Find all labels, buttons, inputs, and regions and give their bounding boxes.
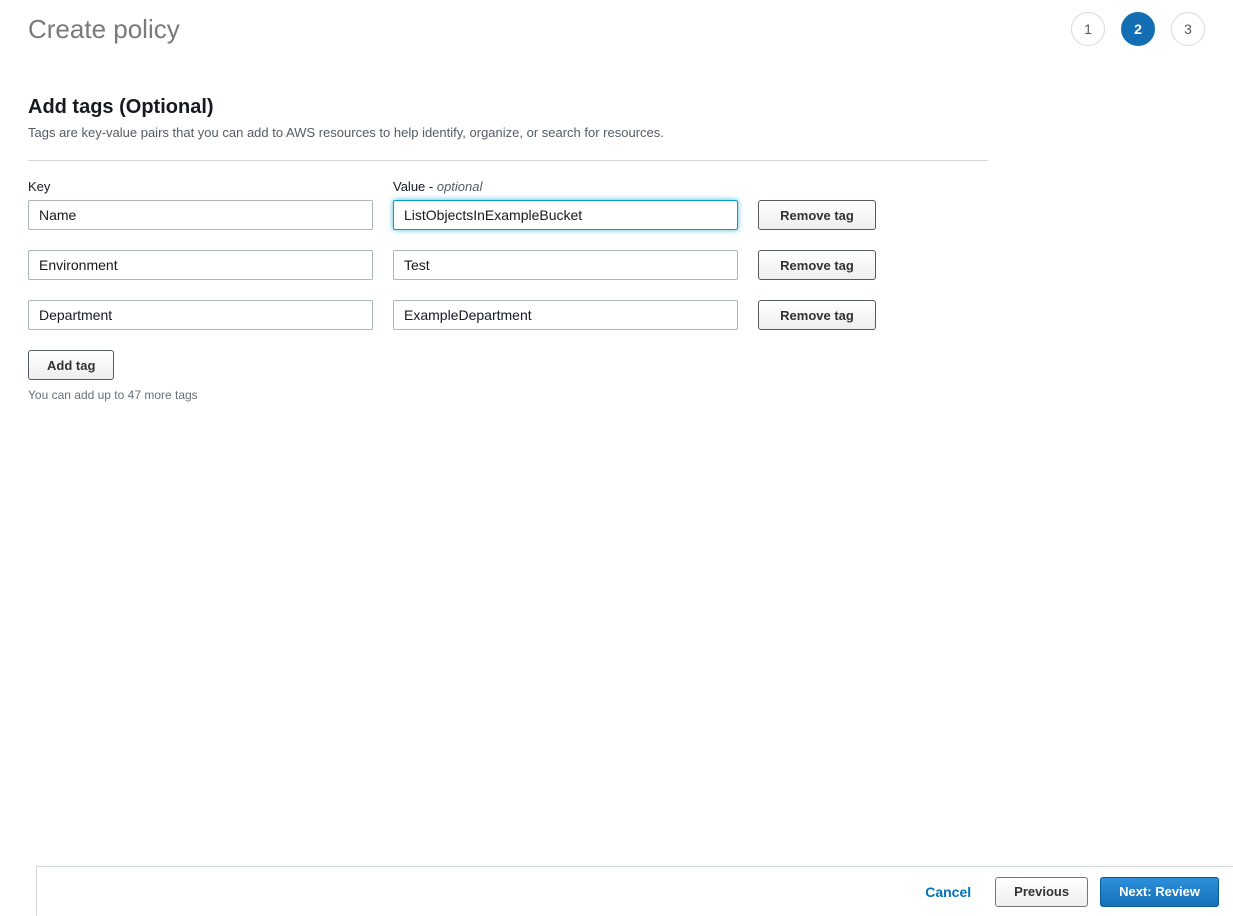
tag-key-input[interactable] [28,250,373,280]
column-key-label: Key [28,179,373,194]
tag-row: Remove tag [28,250,988,280]
tag-value-input[interactable] [393,250,738,280]
section-description: Tags are key-value pairs that you can ad… [28,125,1205,140]
cancel-button[interactable]: Cancel [913,878,983,906]
wizard-steps: 1 2 3 [1071,12,1205,46]
footer-action-bar: Cancel Previous Next: Review [36,866,1233,916]
tags-remaining-hint: You can add up to 47 more tags [28,388,988,402]
tags-header: Key Value - optional [28,179,988,194]
wizard-step-2[interactable]: 2 [1121,12,1155,46]
tags-grid: Key Value - optional Remove tag Remove t… [28,179,988,402]
add-tag-button[interactable]: Add tag [28,350,114,380]
next-review-button[interactable]: Next: Review [1100,877,1219,907]
section-title: Add tags (Optional) [28,96,1205,119]
tag-row: Remove tag [28,300,988,330]
wizard-step-3[interactable]: 3 [1171,12,1205,46]
remove-tag-button[interactable]: Remove tag [758,200,876,230]
previous-button[interactable]: Previous [995,877,1088,907]
value-label-optional: optional [437,179,483,194]
remove-tag-button[interactable]: Remove tag [758,300,876,330]
tag-value-input[interactable] [393,200,738,230]
tag-key-input[interactable] [28,300,373,330]
value-label-prefix: Value - [393,179,437,194]
tag-key-input[interactable] [28,200,373,230]
page-title: Create policy [28,14,180,45]
column-value-label: Value - optional [393,179,738,194]
remove-tag-button[interactable]: Remove tag [758,250,876,280]
wizard-step-1[interactable]: 1 [1071,12,1105,46]
section-divider [28,160,988,161]
tag-row: Remove tag [28,200,988,230]
tag-value-input[interactable] [393,300,738,330]
